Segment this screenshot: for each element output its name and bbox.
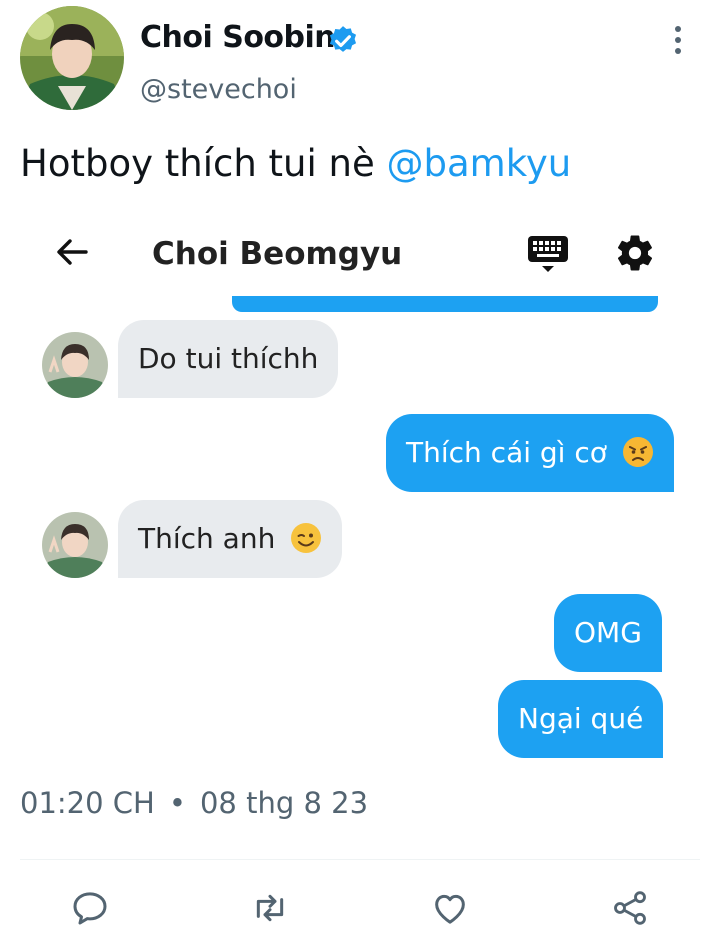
message-text: Do tui thíchh <box>138 342 319 375</box>
tweet-date: 08 thg 8 23 <box>199 786 369 820</box>
like-heart-icon[interactable] <box>430 888 470 928</box>
chat-contact-name: Choi Beomgyu <box>152 236 403 272</box>
tweet-time: 01:20 CH <box>20 786 155 820</box>
message-text: Ngại qué <box>518 702 644 735</box>
author-handle[interactable]: @stevechoi <box>140 74 297 105</box>
message-bubble-outgoing: Thích cái gì cơ <box>386 414 674 492</box>
reply-icon[interactable] <box>70 888 110 928</box>
message-text: Thích anh <box>138 522 285 555</box>
message-text: Thích cái gì cơ <box>406 436 616 469</box>
author-display-name[interactable]: Choi Soobin <box>140 20 336 55</box>
settings-gear-icon <box>617 235 653 271</box>
tweet-text: Hotboy thích tui nè @bamkyu <box>20 142 571 185</box>
message-bubble-incoming: Thích anh <box>118 500 343 578</box>
contact-avatar <box>42 332 108 398</box>
previous-message-bubble-edge <box>232 296 658 312</box>
verified-badge-icon <box>329 26 357 52</box>
retweet-icon[interactable] <box>250 888 290 928</box>
message-bubble-outgoing: OMG <box>554 594 662 672</box>
divider <box>20 859 700 860</box>
back-arrow-icon <box>57 239 88 265</box>
tweet-body: Hotboy thích tui nè <box>20 142 387 185</box>
tweet-timestamp[interactable]: 01:20 CH • 08 thg 8 23 <box>20 786 368 820</box>
keyboard-icon <box>528 236 568 272</box>
message-text: OMG <box>574 616 642 649</box>
angry-face-icon <box>622 437 653 467</box>
contact-avatar <box>42 512 108 578</box>
mention-link[interactable]: @bamkyu <box>387 142 572 185</box>
share-icon[interactable] <box>610 888 650 928</box>
meta-separator: • <box>168 786 186 820</box>
author-avatar[interactable] <box>20 6 124 110</box>
more-options-icon[interactable] <box>660 22 696 58</box>
message-bubble-outgoing: Ngại qué <box>498 680 664 758</box>
winking-face-icon <box>291 523 322 553</box>
message-bubble-incoming: Do tui thíchh <box>118 320 339 398</box>
